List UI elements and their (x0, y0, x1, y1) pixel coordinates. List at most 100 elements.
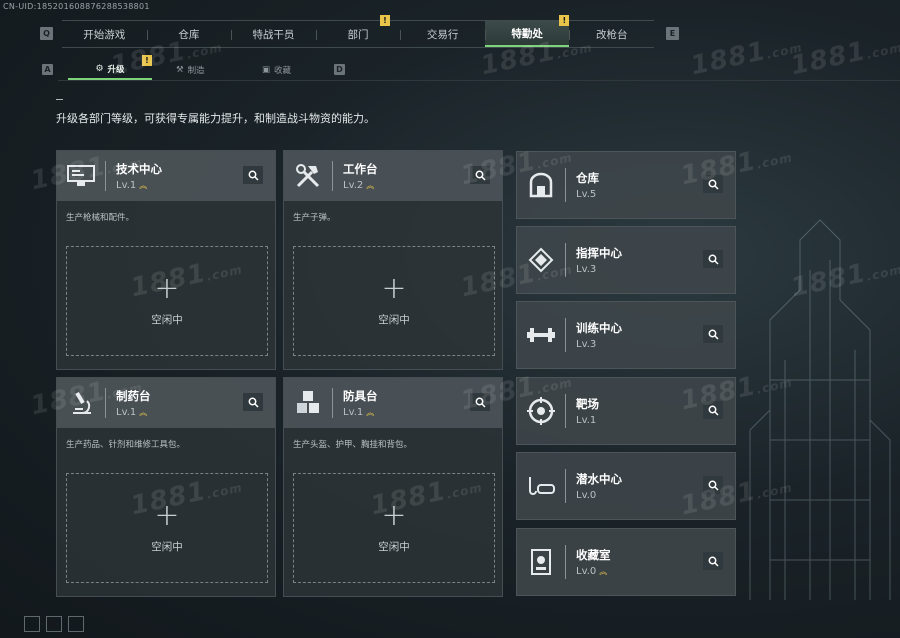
subtab-craft[interactable]: ⚒ 制造 (176, 60, 205, 80)
facility-level: Lv.5 (576, 189, 597, 200)
production-slot[interactable]: + 空闲中 (66, 473, 268, 583)
plus-icon: + (154, 497, 180, 533)
page-description: 升级各部门等级，可获得专属能力提升，和制造战斗物资的能力。 (56, 112, 375, 125)
tab-department[interactable]: 部门! (315, 15, 401, 47)
search-button[interactable] (703, 552, 723, 570)
subtab-label: 制造 (187, 66, 205, 76)
subtab-collection[interactable]: ▣ 收藏 (262, 60, 291, 80)
subtab-upgrade[interactable]: ⚙ 升级 ! (68, 55, 152, 80)
search-button[interactable] (703, 401, 723, 419)
tab-label: 部门 (347, 28, 369, 41)
facility-title: 指挥中心 (576, 246, 622, 260)
diving-mask-icon (517, 452, 565, 520)
search-icon (708, 480, 719, 491)
facility-card-shooting-range[interactable]: 靶场 Lv.1 (516, 377, 736, 445)
tab-trade[interactable]: 交易行 (400, 21, 485, 47)
facility-card-diving-center[interactable]: 潜水中心 Lv.0 (516, 452, 736, 520)
nav-next-key[interactable]: E (666, 27, 679, 40)
search-button[interactable] (243, 393, 263, 411)
facility-card-warehouse[interactable]: 仓库 Lv.5 (516, 151, 736, 219)
facility-card-armor-bench[interactable]: 防具台 Lv.1 ︽ 生产头盔、护甲、胸挂和背包。 + 空闲中 (283, 377, 503, 597)
slot-status: 空闲中 (378, 313, 410, 326)
facility-card-collection-room[interactable]: 收藏室 Lv.0 ︽ (516, 528, 736, 596)
divider (105, 161, 106, 191)
alert-badge: ! (559, 15, 570, 26)
search-button[interactable] (703, 175, 723, 193)
plus-icon: + (381, 497, 407, 533)
search-button[interactable] (470, 166, 490, 184)
alert-badge: ! (380, 15, 390, 26)
window-icon[interactable] (46, 616, 62, 632)
slot-status: 空闲中 (151, 313, 183, 326)
facility-title: 制药台 (116, 389, 151, 403)
city-silhouette-decoration (749, 219, 891, 600)
divider (565, 318, 566, 352)
search-button[interactable] (703, 476, 723, 494)
alert-badge: ! (142, 55, 152, 66)
divider (565, 545, 566, 579)
facility-title: 收藏室 (576, 548, 611, 562)
search-icon (248, 170, 259, 181)
facility-level: Lv.0 (576, 566, 597, 577)
main-nav: 开始游戏 仓库 特战干员 部门! 交易行 特勤处! 改枪台 (62, 15, 654, 48)
tab-special-ops[interactable]: 特勤处! (484, 15, 570, 47)
search-button[interactable] (703, 250, 723, 268)
nav-prev-key[interactable]: Q (40, 27, 53, 40)
window-icon[interactable] (68, 616, 84, 632)
facility-description: 生产药品、针剂和维修工具包。 (66, 440, 186, 450)
production-slot[interactable]: + 空闲中 (293, 246, 495, 356)
production-slot[interactable]: + 空闲中 (293, 473, 495, 583)
search-button[interactable] (703, 325, 723, 343)
search-icon (708, 556, 719, 567)
tab-start-game[interactable]: 开始游戏 (62, 21, 147, 47)
divider (565, 394, 566, 428)
subnav-next-key[interactable]: D (334, 64, 345, 75)
facility-title: 工作台 (343, 162, 378, 176)
tab-label: 特战干员 (252, 28, 295, 41)
facility-level: Lv.3 (576, 264, 597, 275)
facility-card-workbench[interactable]: 工作台 Lv.2 ︽ 生产子弹。 + 空闲中 (283, 150, 503, 370)
facility-card-pharmacy[interactable]: 制药台 Lv.1 ︽ 生产药品、针剂和维修工具包。 + 空闲中 (56, 377, 276, 597)
upgrade-icon: ⚙ (95, 64, 104, 74)
dumbbell-icon (517, 301, 565, 369)
tab-label: 交易行 (426, 28, 459, 41)
collection-icon: ▣ (262, 65, 271, 75)
facility-description: 生产头盔、护甲、胸挂和背包。 (293, 440, 413, 450)
command-icon (517, 226, 565, 294)
facility-level: Lv.1 (116, 407, 137, 418)
facility-card-training-center[interactable]: 训练中心 Lv.3 (516, 301, 736, 369)
subnav-prev-key[interactable]: A (42, 64, 53, 75)
plus-icon: + (154, 270, 180, 306)
divider (565, 469, 566, 503)
tab-gunsmith[interactable]: 改枪台 (569, 21, 654, 47)
subtab-label: 升级 (107, 65, 125, 75)
target-icon (517, 377, 565, 445)
production-slot[interactable]: + 空闲中 (66, 246, 268, 356)
facility-title: 靶场 (576, 397, 599, 411)
cubes-icon (284, 378, 332, 428)
facility-level: Lv.1 (343, 407, 364, 418)
divider (332, 388, 333, 418)
upgrade-chevron-icon: ︽ (599, 567, 608, 576)
facility-card-command-center[interactable]: 指挥中心 Lv.3 (516, 226, 736, 294)
search-button[interactable] (243, 166, 263, 184)
bottom-toolbar (24, 616, 84, 632)
facility-title: 潜水中心 (576, 472, 622, 486)
microscope-icon (57, 378, 105, 428)
upgrade-chevron-icon: ︽ (139, 181, 148, 190)
search-button[interactable] (470, 393, 490, 411)
search-icon (475, 170, 486, 181)
tools-icon (284, 151, 332, 201)
window-icon[interactable] (24, 616, 40, 632)
tab-warehouse[interactable]: 仓库 (146, 21, 232, 47)
facility-description: 生产枪械和配件。 (66, 213, 135, 223)
decor-tick (56, 99, 63, 100)
tab-label: 特勤处 (511, 27, 543, 40)
search-icon (708, 254, 719, 265)
facility-card-tech-center[interactable]: 技术中心 Lv.1 ︽ 生产枪械和配件。 + 空闲中 (56, 150, 276, 370)
tab-label: 开始游戏 (83, 28, 126, 41)
search-icon (708, 179, 719, 190)
search-icon (708, 329, 719, 340)
divider (332, 161, 333, 191)
tab-operators[interactable]: 特战干员 (231, 21, 316, 47)
